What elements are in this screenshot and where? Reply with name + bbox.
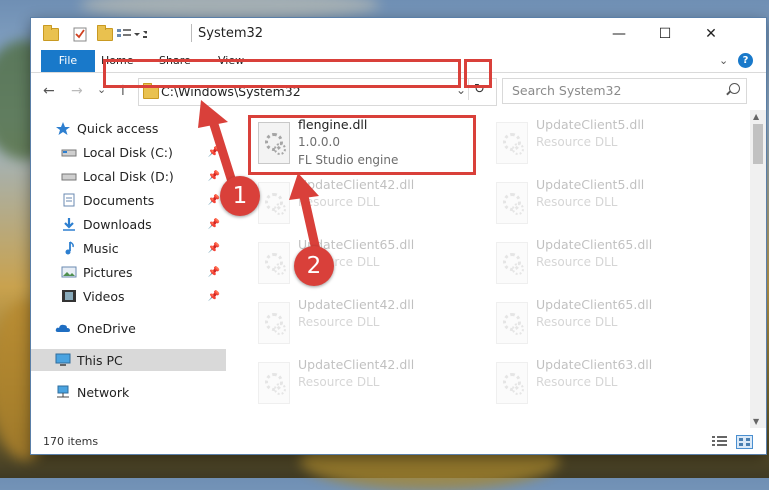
- step-badge-1: 1: [220, 176, 260, 216]
- arrow-2: [298, 187, 321, 255]
- arrow-1-head: [198, 100, 228, 128]
- step-badge-2: 2: [294, 246, 334, 286]
- annotation-arrows: [198, 100, 321, 255]
- arrow-2-head: [289, 173, 319, 200]
